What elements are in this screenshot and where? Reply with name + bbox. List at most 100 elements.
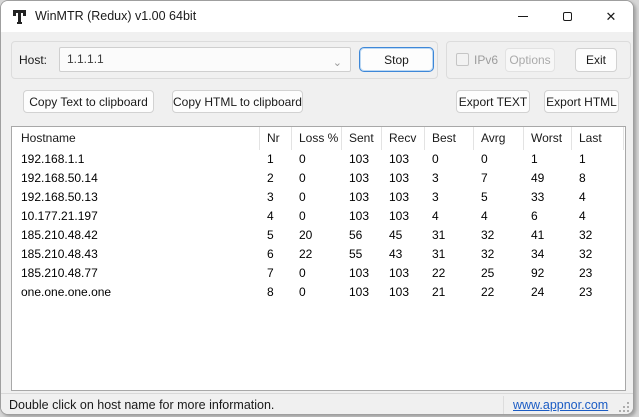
value-cell: 103 [382,283,425,302]
value-cell: 24 [524,283,572,302]
column-header-worst[interactable]: Worst [524,127,572,150]
value-cell: 25 [474,264,524,283]
value-cell: 1 [260,150,292,169]
value-cell: 1 [572,150,624,169]
host-value: 1.1.1.1 [67,52,104,66]
value-cell: 92 [524,264,572,283]
value-cell: 22 [474,283,524,302]
table-row[interactable]: 192.168.1.1101031030011 [12,150,625,169]
column-header-avrg[interactable]: Avrg [474,127,524,150]
column-header-hostname[interactable]: Hostname [12,127,260,150]
close-button[interactable]: ✕ [589,1,633,32]
value-cell: 7 [260,264,292,283]
copy-text-button[interactable]: Copy Text to clipboard [23,90,154,113]
value-cell: 33 [524,188,572,207]
status-message: Double click on host name for more infor… [9,394,274,415]
table-row[interactable]: 192.168.50.133010310335334 [12,188,625,207]
value-cell: 5 [474,188,524,207]
app-icon [12,9,28,25]
value-cell: 0 [292,207,342,226]
value-cell: 21 [425,283,474,302]
titlebar: WinMTR (Redux) v1.00 64bit ✕ [1,1,633,32]
winmtr-window: WinMTR (Redux) v1.00 64bit ✕ Host: 1.1.1… [0,0,634,415]
value-cell: 32 [572,245,624,264]
value-cell: 49 [524,169,572,188]
value-cell: 1 [524,150,572,169]
maximize-icon [563,12,572,21]
value-cell: 103 [342,264,382,283]
value-cell: 4 [474,207,524,226]
hostname-cell: 185.210.48.42 [12,226,260,245]
value-cell: 103 [342,283,382,302]
column-header-recv[interactable]: Recv [382,127,425,150]
value-cell: 55 [342,245,382,264]
statusbar-divider [503,396,504,414]
value-cell: 103 [342,188,382,207]
column-header-nr[interactable]: Nr [260,127,292,150]
value-cell: 103 [342,150,382,169]
value-cell: 34 [524,245,572,264]
table-row[interactable]: one.one.one.one8010310321222423 [12,283,625,302]
table-row[interactable]: 185.210.48.777010310322259223 [12,264,625,283]
maximize-button[interactable] [545,1,589,32]
hostname-cell: 185.210.48.77 [12,264,260,283]
value-cell: 32 [474,245,524,264]
value-cell: 0 [425,150,474,169]
value-cell: 103 [382,150,425,169]
results-table: HostnameNrLoss %SentRecvBestAvrgWorstLas… [11,126,626,391]
value-cell: 43 [382,245,425,264]
table-header: HostnameNrLoss %SentRecvBestAvrgWorstLas… [12,127,625,150]
ipv6-checkbox[interactable] [456,53,469,66]
options-button[interactable]: Options [505,48,555,72]
value-cell: 6 [524,207,572,226]
export-html-button[interactable]: Export HTML [544,90,619,113]
table-row[interactable]: 192.168.50.142010310337498 [12,169,625,188]
value-cell: 4 [260,207,292,226]
hostname-cell: 192.168.50.13 [12,188,260,207]
window-title: WinMTR (Redux) v1.00 64bit [35,1,196,32]
value-cell: 0 [292,188,342,207]
value-cell: 45 [382,226,425,245]
stop-button[interactable]: Stop [359,47,434,72]
value-cell: 41 [524,226,572,245]
hostname-cell: 192.168.1.1 [12,150,260,169]
value-cell: 31 [425,226,474,245]
column-header-best[interactable]: Best [425,127,474,150]
value-cell: 7 [474,169,524,188]
value-cell: 31 [425,245,474,264]
host-combobox[interactable]: 1.1.1.1 ⌄ [59,47,351,72]
resize-grip[interactable] [617,400,631,414]
hostname-cell: one.one.one.one [12,283,260,302]
value-cell: 23 [572,283,624,302]
value-cell: 0 [292,264,342,283]
value-cell: 4 [425,207,474,226]
table-row[interactable]: 185.210.48.42520564531324132 [12,226,625,245]
copy-html-button[interactable]: Copy HTML to clipboard [172,90,303,113]
column-header-sent[interactable]: Sent [342,127,382,150]
chevron-down-icon: ⌄ [333,52,342,75]
appnor-link[interactable]: www.appnor.com [513,394,608,415]
value-cell: 8 [572,169,624,188]
minimize-button[interactable] [501,1,545,32]
value-cell: 0 [292,283,342,302]
value-cell: 22 [292,245,342,264]
value-cell: 3 [260,188,292,207]
value-cell: 103 [342,169,382,188]
hostname-cell: 10.177.21.197 [12,207,260,226]
table-body: 192.168.1.1101031030011192.168.50.142010… [12,150,625,302]
value-cell: 0 [292,169,342,188]
value-cell: 5 [260,226,292,245]
value-cell: 2 [260,169,292,188]
export-text-button[interactable]: Export TEXT [456,90,530,113]
value-cell: 103 [342,207,382,226]
column-header-loss[interactable]: Loss % [292,127,342,150]
value-cell: 3 [425,169,474,188]
column-header-last[interactable]: Last [572,127,624,150]
table-row[interactable]: 10.177.21.197401031034464 [12,207,625,226]
table-row[interactable]: 185.210.48.43622554331323432 [12,245,625,264]
value-cell: 56 [342,226,382,245]
exit-button[interactable]: Exit [575,48,617,72]
minimize-icon [518,16,528,17]
hostname-cell: 185.210.48.43 [12,245,260,264]
value-cell: 8 [260,283,292,302]
